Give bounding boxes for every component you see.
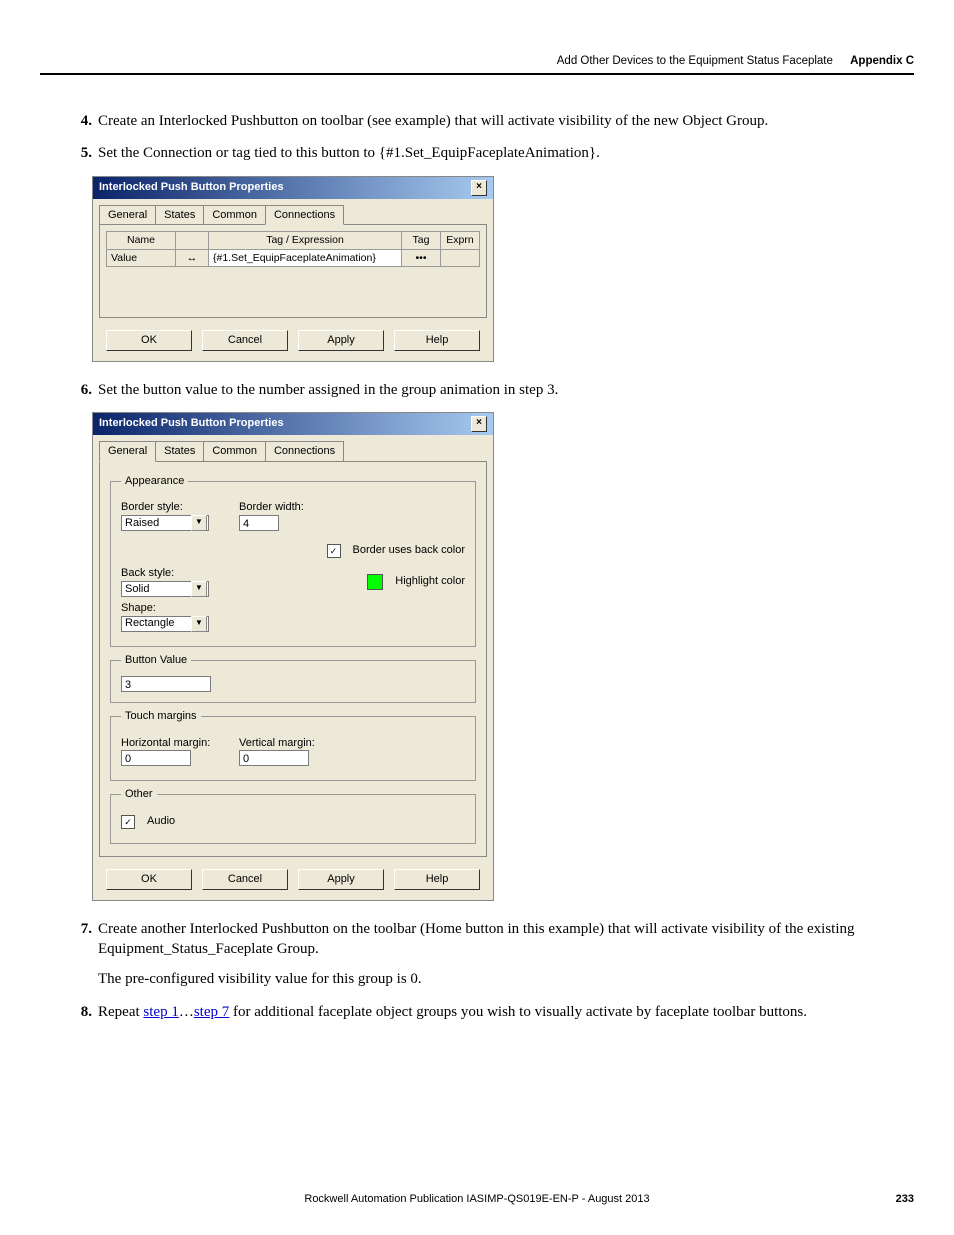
highlight-color-label: Highlight color xyxy=(395,574,465,589)
help-button[interactable]: Help xyxy=(394,330,480,351)
step-subtext: The pre-configured visibility value for … xyxy=(98,969,884,989)
border-style-combo[interactable]: Raised▼ xyxy=(121,515,209,531)
dialog-connections: Interlocked Push Button Properties × Gen… xyxy=(92,176,494,362)
shape-combo[interactable]: Rectangle▼ xyxy=(121,616,209,632)
touch-margins-group: Touch margins Horizontal margin: 0 Verti… xyxy=(110,709,476,782)
connections-table: Name Tag / Expression Tag Exprn Value ↔ … xyxy=(106,231,480,266)
tab-general[interactable]: General xyxy=(99,205,156,225)
bidirectional-arrow-icon: ↔ xyxy=(176,249,209,266)
shape-label: Shape: xyxy=(121,601,231,616)
horizontal-margin-input[interactable]: 0 xyxy=(121,750,191,766)
button-value-input[interactable]: 3 xyxy=(121,676,211,692)
border-style-label: Border style: xyxy=(121,500,231,515)
tab-states[interactable]: States xyxy=(155,441,204,461)
step-number: 4. xyxy=(70,111,98,131)
col-exprn: Exprn xyxy=(441,232,480,249)
back-style-label: Back style: xyxy=(121,566,231,581)
step-text: Repeat step 1…step 7 for additional face… xyxy=(98,1002,884,1022)
tab-states[interactable]: States xyxy=(155,205,204,225)
cell-exprn-browse[interactable] xyxy=(441,249,480,266)
vertical-margin-label: Vertical margin: xyxy=(239,736,349,751)
highlight-color-swatch[interactable] xyxy=(367,574,383,590)
step-6: 6. Set the button value to the number as… xyxy=(70,380,884,400)
apply-button[interactable]: Apply xyxy=(298,869,384,890)
step-8: 8. Repeat step 1…step 7 for additional f… xyxy=(70,1002,884,1022)
link-step-7[interactable]: step 7 xyxy=(194,1004,229,1020)
dialog-title: Interlocked Push Button Properties xyxy=(99,416,284,431)
step-text: Create an Interlocked Pushbutton on tool… xyxy=(98,111,884,131)
cell-expression[interactable]: {#1.Set_EquipFaceplateAnimation} xyxy=(209,249,402,266)
step-text: Set the Connection or tag tied to this b… xyxy=(98,143,884,163)
border-width-label: Border width: xyxy=(239,500,329,515)
step-5: 5. Set the Connection or tag tied to thi… xyxy=(70,143,884,163)
audio-label: Audio xyxy=(147,814,175,829)
col-tag-expression: Tag / Expression xyxy=(209,232,402,249)
chevron-down-icon: ▼ xyxy=(191,581,207,597)
audio-checkbox[interactable]: ✓ xyxy=(121,815,135,829)
step-text: Set the button value to the number assig… xyxy=(98,380,884,400)
header-section: Add Other Devices to the Equipment Statu… xyxy=(557,55,833,67)
chevron-down-icon: ▼ xyxy=(191,616,207,632)
cell-tag-browse[interactable]: ••• xyxy=(402,249,441,266)
cancel-button[interactable]: Cancel xyxy=(202,869,288,890)
help-button[interactable]: Help xyxy=(394,869,480,890)
tab-common[interactable]: Common xyxy=(203,205,266,225)
step-number: 5. xyxy=(70,143,98,163)
horizontal-margin-label: Horizontal margin: xyxy=(121,736,231,751)
apply-button[interactable]: Apply xyxy=(298,330,384,351)
header-appendix: Appendix C xyxy=(850,55,914,67)
border-uses-back-checkbox[interactable]: ✓ xyxy=(327,544,341,558)
step-7: 7. Create another Interlocked Pushbutton… xyxy=(70,919,884,990)
step-text: Create another Interlocked Pushbutton on… xyxy=(98,921,855,957)
table-row: Value ↔ {#1.Set_EquipFaceplateAnimation}… xyxy=(107,249,480,266)
cell-name: Value xyxy=(107,249,176,266)
tab-connections[interactable]: Connections xyxy=(265,441,344,461)
border-width-input[interactable]: 4 xyxy=(239,515,279,531)
vertical-margin-input[interactable]: 0 xyxy=(239,750,309,766)
ok-button[interactable]: OK xyxy=(106,330,192,351)
step-4: 4. Create an Interlocked Pushbutton on t… xyxy=(70,111,884,131)
step-number: 7. xyxy=(70,919,98,990)
tab-general[interactable]: General xyxy=(99,441,156,462)
step-number: 8. xyxy=(70,1002,98,1022)
link-step-1[interactable]: step 1 xyxy=(143,1004,178,1020)
tab-common[interactable]: Common xyxy=(203,441,266,461)
col-tag: Tag xyxy=(402,232,441,249)
back-style-combo[interactable]: Solid▼ xyxy=(121,581,209,597)
cancel-button[interactable]: Cancel xyxy=(202,330,288,351)
col-name: Name xyxy=(107,232,176,249)
touch-margins-legend: Touch margins xyxy=(121,709,201,724)
other-legend: Other xyxy=(121,787,157,802)
footer-publication: Rockwell Automation Publication IASIMP-Q… xyxy=(304,1193,649,1205)
close-icon[interactable]: × xyxy=(471,416,487,432)
dialog-general: Interlocked Push Button Properties × Gen… xyxy=(92,412,494,901)
dialog-title: Interlocked Push Button Properties xyxy=(99,180,284,195)
ok-button[interactable]: OK xyxy=(106,869,192,890)
button-value-group: Button Value 3 xyxy=(110,653,476,703)
page-number: 233 xyxy=(896,1193,914,1205)
step-number: 6. xyxy=(70,380,98,400)
button-value-legend: Button Value xyxy=(121,653,191,668)
chevron-down-icon: ▼ xyxy=(191,515,207,531)
appearance-legend: Appearance xyxy=(121,474,188,489)
other-group: Other ✓ Audio xyxy=(110,787,476,844)
tab-connections[interactable]: Connections xyxy=(265,205,344,226)
border-uses-back-label: Border uses back color xyxy=(353,543,466,558)
close-icon[interactable]: × xyxy=(471,180,487,196)
appearance-group: Appearance Border style: Raised▼ Border xyxy=(110,474,476,647)
